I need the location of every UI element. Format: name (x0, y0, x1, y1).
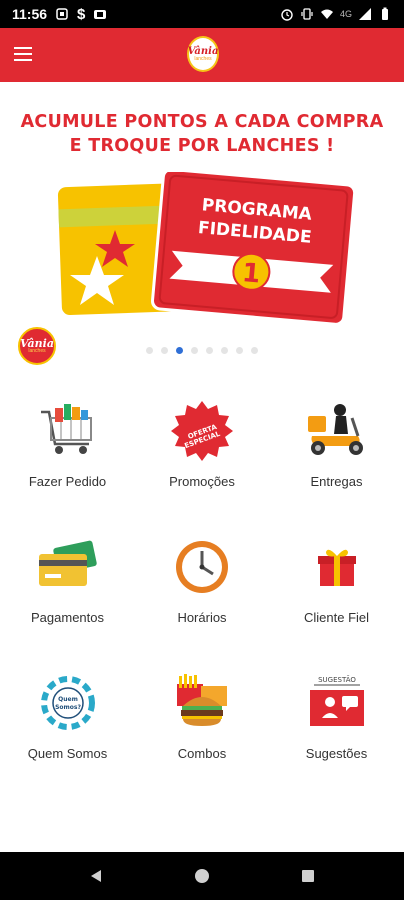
carousel-dot[interactable] (161, 347, 168, 354)
notification-box-icon (56, 8, 68, 20)
logo-tag-text: lanches (194, 55, 212, 62)
app-bar: Vânia lanches (0, 28, 404, 82)
logo-script-text: Vânia (187, 45, 219, 57)
battery-icon (382, 7, 388, 20)
menu-grid: Fazer Pedido OFERTA ESPECIAL Promoções E… (0, 390, 404, 798)
quem-somos-badge-text: Somos? (55, 704, 81, 711)
nav-recents-button[interactable] (298, 866, 318, 886)
delivery-scooter-icon (307, 404, 363, 455)
suggestion-badge-text: SUGESTÃO (318, 675, 356, 684)
app-logo: Vânia lanches (187, 36, 219, 72)
menu-tile-pagamentos[interactable]: Pagamentos (0, 526, 135, 662)
recents-square-icon (302, 870, 314, 882)
special-offer-badge-icon: OFERTA ESPECIAL (171, 401, 233, 461)
nav-home-button[interactable] (192, 866, 212, 886)
nav-back-button[interactable] (86, 866, 106, 886)
status-bar: 11:56 $ 4G (0, 0, 404, 28)
hamburger-line (14, 47, 32, 49)
menu-tile-combos[interactable]: Combos (135, 662, 269, 798)
hamburger-menu-button[interactable] (14, 43, 42, 67)
shopping-cart-icon (40, 404, 92, 454)
menu-tile-label: Combos (177, 746, 227, 761)
quem-somos-badge-text: Quem (58, 696, 78, 703)
menu-tile-label: Fazer Pedido (28, 474, 107, 489)
menu-tile-sugestoes[interactable]: SUGESTÃO Sugestões (269, 662, 404, 798)
payment-cards-icon (38, 540, 97, 586)
menu-tile-label: Sugestões (305, 746, 368, 761)
menu-tile-promocoes[interactable]: OFERTA ESPECIAL Promoções (135, 390, 269, 526)
home-circle-icon (195, 869, 209, 883)
carousel-dot[interactable] (221, 347, 228, 354)
loyalty-card-illustration: PROGRAMA FIDELIDADE 1 (57, 172, 355, 326)
system-navigation-bar (0, 852, 404, 900)
menu-tile-label: Horários (177, 610, 227, 625)
carousel-dot[interactable] (251, 347, 258, 354)
signal-icon (359, 8, 371, 20)
banner-headline-line1: ACUMULE PONTOS A CADA COMPRA (20, 112, 384, 132)
carousel-dot[interactable] (191, 347, 198, 354)
carousel-dot[interactable] (146, 347, 153, 354)
menu-tile-label: Promoções (169, 474, 235, 489)
menu-tile-horarios[interactable]: Horários (135, 526, 269, 662)
menu-tile-fazer-pedido[interactable]: Fazer Pedido (0, 390, 135, 526)
banner-headline-line2: E TROQUE POR LANCHES ! (69, 136, 335, 156)
alarm-icon (281, 9, 293, 21)
banner-brand-logo: Vânia lanches (18, 327, 56, 365)
about-us-people-icon: Quem Somos? (40, 676, 95, 730)
menu-tile-label: Cliente Fiel (303, 610, 370, 625)
status-time: 11:56 (12, 6, 48, 22)
suggestion-box-icon: SUGESTÃO (309, 675, 364, 726)
menu-tile-quem-somos[interactable]: Quem Somos? Quem Somos (0, 662, 135, 798)
menu-tile-label: Quem Somos (27, 746, 108, 761)
menu-tile-label: Pagamentos (31, 610, 104, 625)
gift-box-icon (317, 549, 356, 586)
media-icon (94, 10, 107, 19)
vibrate-icon (301, 8, 313, 20)
wifi-icon (320, 9, 333, 19)
carousel-dot[interactable] (236, 347, 243, 354)
clock-icon (176, 541, 228, 593)
carousel-indicator (0, 347, 404, 354)
hamburger-line (14, 59, 32, 61)
network-type: 4G (339, 9, 352, 19)
hamburger-line (14, 53, 32, 55)
burger-combo-icon (177, 674, 227, 726)
banner-headline: ACUMULE PONTOS A CADA COMPRA E TROQUE PO… (0, 110, 404, 158)
carousel-dot[interactable] (206, 347, 213, 354)
card-number: 1 (241, 258, 262, 289)
promo-banner-carousel[interactable]: ACUMULE PONTOS A CADA COMPRA E TROQUE PO… (0, 82, 404, 372)
carousel-dot[interactable] (176, 347, 183, 354)
menu-tile-entregas[interactable]: Entregas (269, 390, 404, 526)
back-triangle-icon (91, 870, 101, 882)
dollar-icon: $ (77, 5, 86, 23)
menu-tile-label: Entregas (310, 474, 363, 489)
menu-tile-cliente-fiel[interactable]: Cliente Fiel (269, 526, 404, 662)
